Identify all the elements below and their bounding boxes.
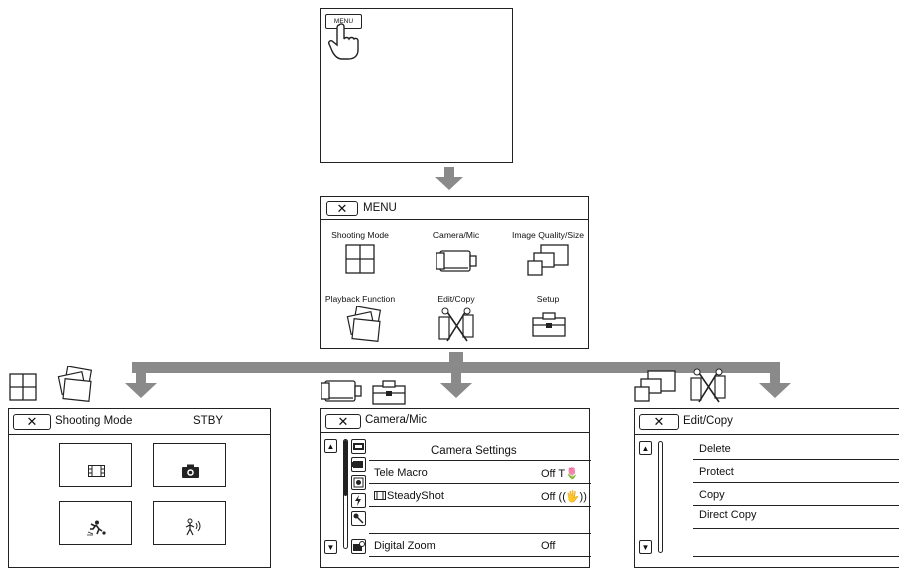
list-item-copy[interactable]: Copy: [693, 482, 899, 505]
screen-title: Edit/Copy: [683, 415, 733, 427]
screen-title: Shooting Mode: [55, 415, 133, 427]
list-item-empty: [369, 506, 591, 529]
list-item-direct-copy[interactable]: Direct Copy: [693, 505, 899, 528]
list-item-value: Off: [541, 540, 556, 552]
list-item-value: Off ((🖐)): [541, 491, 587, 503]
list-item-label: SteadyShot: [387, 490, 444, 502]
section-header: Camera Settings: [431, 445, 517, 457]
header-divider: [321, 432, 590, 433]
branch-arrows: [125, 352, 791, 398]
category-camera-icon[interactable]: [351, 457, 366, 472]
list-item-steadyshot[interactable]: SteadyShot Off ((🖐)): [369, 483, 591, 506]
list-item-label: Direct Copy: [699, 509, 757, 521]
row-divider: [693, 556, 899, 557]
close-button[interactable]: ✕: [325, 414, 361, 429]
scrollbar-thumb[interactable]: [344, 440, 347, 496]
category-shooting-assist-icon[interactable]: [351, 539, 366, 554]
list-item-digital-zoom[interactable]: Digital Zoom Off: [369, 533, 591, 556]
film-icon: [88, 465, 105, 477]
person-sound-icon: [185, 518, 201, 536]
edit-copy-icon: [690, 368, 726, 403]
scroll-up-button[interactable]: ▲: [324, 439, 337, 453]
header-divider: [9, 434, 271, 435]
film-icon: [374, 491, 386, 500]
list-item-delete[interactable]: Delete: [693, 436, 899, 459]
list-item-label: Protect: [699, 466, 734, 478]
shooting-mode-icon: [9, 373, 37, 401]
list-item-label: Copy: [699, 489, 725, 501]
scroll-down-button[interactable]: ▼: [324, 540, 337, 554]
edit-copy-screen: ✕ Edit/Copy ▲ ▼ Delete Protect Copy Dire…: [634, 408, 899, 568]
sports-scene-tile[interactable]: [59, 501, 132, 545]
header-divider: [635, 434, 899, 435]
image-quality-icon: [634, 370, 676, 402]
list-item-tele-macro[interactable]: Tele Macro Off T🌷: [369, 460, 591, 483]
photo-mode-tile[interactable]: [153, 443, 226, 487]
movie-mode-tile[interactable]: [59, 443, 132, 487]
camcorder-icon: [321, 380, 362, 402]
close-button[interactable]: ✕: [639, 414, 679, 430]
camera-mic-screen: ✕ Camera/Mic ▲ ▼ Camera Settings Tele Ma…: [320, 408, 591, 568]
screen-title: Camera/Mic: [365, 414, 427, 426]
close-button[interactable]: ✕: [13, 414, 51, 430]
status-indicator: STBY: [193, 415, 224, 427]
row-divider: [693, 528, 899, 529]
audio-scene-tile[interactable]: [153, 501, 226, 545]
list-item-label: Delete: [699, 443, 731, 455]
shooting-mode-screen: ✕ Shooting Mode STBY: [8, 408, 271, 568]
list-item-label: Digital Zoom: [374, 540, 436, 552]
list-item-label: Tele Macro: [374, 467, 428, 479]
category-manual-icon[interactable]: [351, 439, 366, 454]
list-item-protect[interactable]: Protect: [693, 459, 899, 482]
row-divider: [369, 556, 591, 557]
playback-function-icon: [57, 366, 93, 402]
toolbox-icon: [372, 380, 406, 405]
scroll-down-button[interactable]: ▼: [639, 540, 652, 554]
sports-icon: [87, 520, 106, 536]
scroll-up-button[interactable]: ▲: [639, 441, 652, 455]
camera-icon: [182, 464, 199, 478]
scrollbar-track[interactable]: [658, 441, 663, 553]
category-flash-icon[interactable]: [351, 493, 366, 508]
category-face-icon[interactable]: [351, 475, 366, 490]
list-item-value: Off T🌷: [541, 468, 579, 480]
category-microphone-icon[interactable]: [351, 511, 366, 526]
